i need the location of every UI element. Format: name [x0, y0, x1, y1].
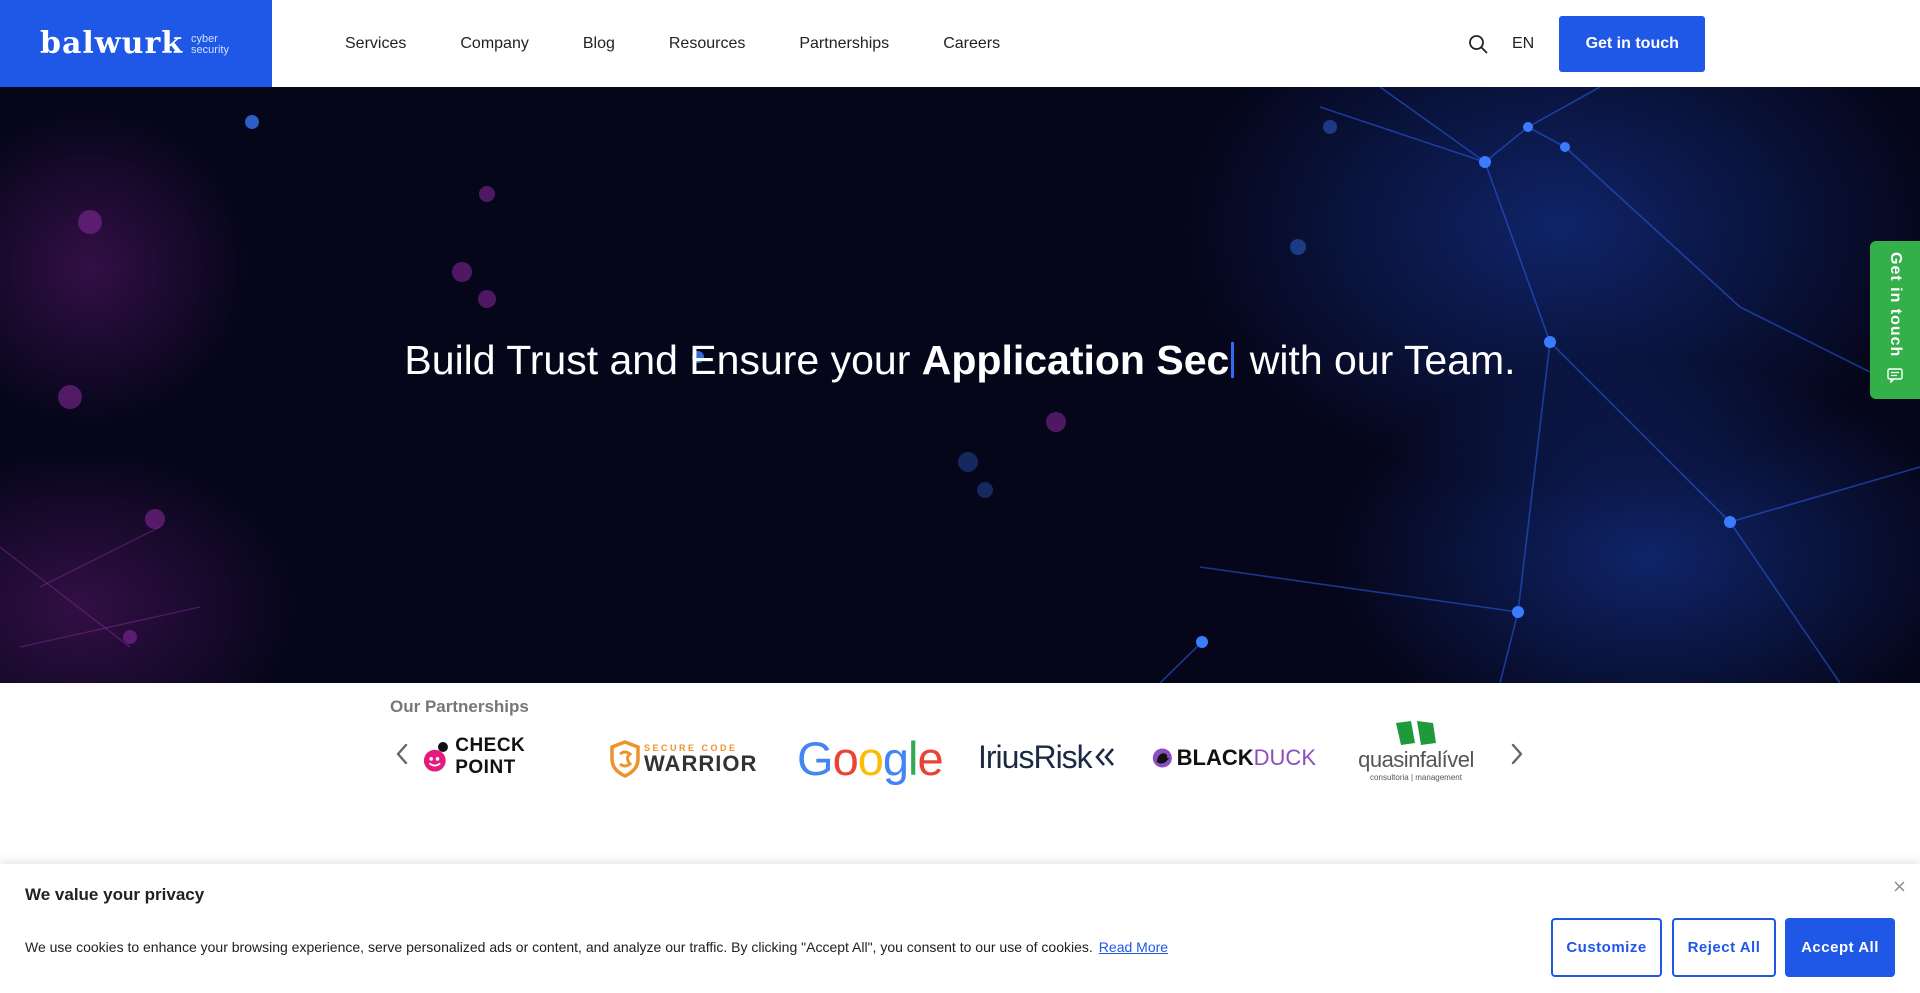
close-icon: [1894, 881, 1904, 891]
blackduck-wordmark-bold: BLACK: [1176, 745, 1254, 770]
partner-logo-iriusrisk[interactable]: IriusRisk: [978, 739, 1126, 775]
chevron-left-icon: [396, 743, 408, 765]
nav-resources[interactable]: Resources: [669, 35, 745, 53]
partnerships-heading: Our Partnerships: [390, 697, 529, 716]
google-letter-g: G: [797, 731, 834, 785]
side-get-in-touch-tab[interactable]: Get in touch: [1870, 241, 1920, 399]
typing-caret: [1231, 342, 1235, 378]
hero-heading-suffix: with our Team.: [1238, 337, 1516, 383]
nav-careers[interactable]: Careers: [943, 35, 1000, 53]
nav-company[interactable]: Company: [460, 35, 528, 53]
carousel-prev-button[interactable]: [390, 739, 414, 769]
quasinfalivel-leaves-icon: [1396, 721, 1436, 745]
carousel-next-button[interactable]: [1505, 739, 1529, 769]
cookie-accept-all-button[interactable]: Accept All: [1785, 918, 1895, 977]
warrior-wordmark-main: WARRIOR: [644, 751, 758, 776]
quasinfalivel-subtext: consultoria | management: [1370, 773, 1462, 782]
partner-logo-checkpoint[interactable]: CHECK POINT: [423, 735, 579, 778]
hero-heading: Build Trust and Ensure your Application …: [0, 337, 1920, 384]
language-selector[interactable]: EN: [1512, 35, 1534, 53]
hero-section: Build Trust and Ensure your Application …: [0, 87, 1920, 683]
blackduck-mark-icon: [1152, 748, 1172, 768]
chevron-right-icon: [1511, 743, 1523, 765]
google-letter-e: e: [917, 731, 943, 785]
warrior-shield-icon: [610, 740, 640, 778]
cookie-read-more-link[interactable]: Read More: [1099, 939, 1168, 955]
cookie-title: We value your privacy: [25, 885, 205, 904]
network-background-graphic: [0, 87, 1920, 683]
logo-tagline-line-2: security: [191, 43, 229, 56]
cookie-message: We use cookies to enhance your browsing …: [25, 939, 1168, 955]
main-nav: Services Company Blog Resources Partners…: [345, 35, 1000, 53]
logo-tagline: cyber security: [191, 33, 229, 56]
nav-partnerships[interactable]: Partnerships: [799, 35, 889, 53]
partner-logo-quasinfalivel[interactable]: quasinfalível consultoria | management: [1358, 719, 1474, 799]
checkpoint-mark-icon: [423, 742, 448, 772]
partnerships-section: Our Partnerships CHECK POINT SECURE CODE…: [0, 683, 1920, 863]
google-letter-o2: o: [857, 731, 884, 785]
cookie-reject-all-button[interactable]: Reject All: [1672, 918, 1776, 977]
chat-icon: [1887, 367, 1903, 388]
partner-logo-google[interactable]: Google: [797, 731, 944, 785]
partner-logo-securecodewarrior[interactable]: SECURE CODE WARRIOR: [610, 739, 760, 779]
quasinfalivel-wordmark: quasinfalível: [1358, 747, 1474, 772]
logo[interactable]: balwurk cyber security: [0, 0, 272, 87]
search-icon[interactable]: [1466, 32, 1490, 56]
iriusrisk-wordmark: IriusRisk: [978, 738, 1093, 775]
google-letter-g2: g: [882, 731, 909, 785]
cookie-consent-banner: We value your privacy We use cookies to …: [0, 864, 1920, 993]
logo-wordmark: balwurk: [40, 26, 184, 61]
blackduck-wordmark-light: DUCK: [1253, 745, 1316, 770]
partner-logo-blackduck[interactable]: BLACK DUCK: [1152, 741, 1316, 775]
hero-heading-prefix: Build Trust and Ensure your: [404, 337, 922, 383]
cookie-message-text: We use cookies to enhance your browsing …: [25, 939, 1093, 955]
warrior-wordmark: SECURE CODE WARRIOR: [644, 743, 757, 775]
get-in-touch-button[interactable]: Get in touch: [1559, 16, 1706, 72]
hero-heading-typed-word: Application Sec: [921, 337, 1230, 383]
iriusrisk-chevrons-icon: [1094, 748, 1114, 766]
site-header: balwurk cyber security Services Company …: [0, 0, 1920, 87]
checkpoint-wordmark: CHECK POINT: [455, 735, 526, 778]
cookie-close-button[interactable]: [1891, 878, 1907, 894]
google-letter-o1: o: [832, 731, 859, 785]
header-actions: EN Get in touch: [1466, 16, 1706, 72]
nav-blog[interactable]: Blog: [583, 35, 615, 53]
cookie-customize-button[interactable]: Customize: [1551, 918, 1662, 977]
nav-services[interactable]: Services: [345, 35, 406, 53]
side-tab-label: Get in touch: [1887, 252, 1904, 358]
google-letter-l: l: [907, 731, 919, 785]
